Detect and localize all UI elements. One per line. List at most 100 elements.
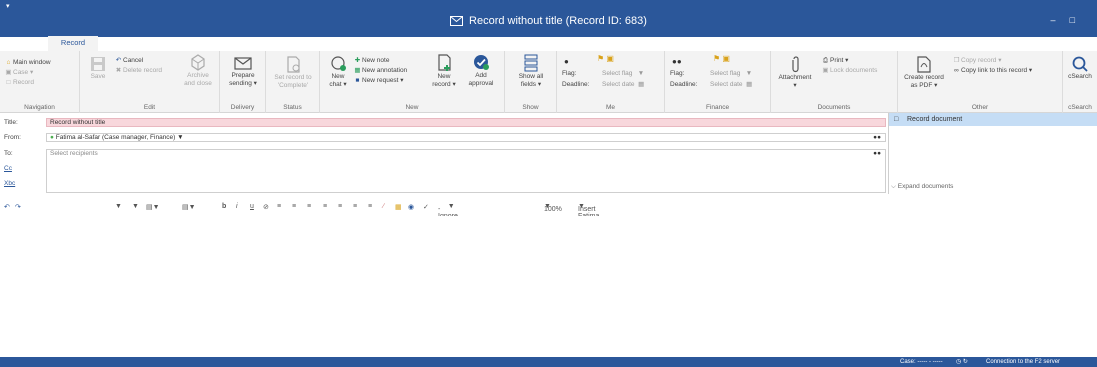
save-icon xyxy=(91,57,105,71)
bold-icon[interactable]: b xyxy=(222,203,226,210)
main-window-button[interactable]: ⌂ Main window xyxy=(4,58,51,67)
finance-flag-label: Flag: xyxy=(670,70,685,77)
group-show: Show all fields ▾ Show xyxy=(505,51,557,113)
group-me: ● ⚑ ▣ Flag: Select flag ▼ Deadline: Sele… xyxy=(557,51,665,113)
highlight-icon[interactable]: ▤▼ xyxy=(146,203,160,211)
group-csearch: cSearch cSearch xyxy=(1063,51,1097,113)
outdent-icon[interactable]: ≡ xyxy=(353,203,357,210)
redo-icon[interactable]: ↷ xyxy=(15,203,21,211)
save-button[interactable]: Save xyxy=(86,56,110,81)
language-dropdown[interactable]: - Ignore - ▼ xyxy=(438,203,458,227)
lock-documents-button[interactable]: ▣Lock documents xyxy=(821,66,877,75)
undo-icon[interactable]: ↶ xyxy=(4,203,10,211)
attachment-button[interactable]: Attachment ▾ xyxy=(775,56,815,90)
tab-advanced[interactable]: Advanced xyxy=(107,37,153,51)
insert-dropdown[interactable]: Insert Fatima al-Safar ▼ xyxy=(578,203,599,234)
recipients-field[interactable]: Select recipients ●● xyxy=(46,149,886,193)
font-size-dropdown[interactable]: ▼ xyxy=(132,203,139,210)
group-new: New chat ▾ ✚ New note ▦New annotation ■ New… xyxy=(320,51,505,113)
strikethrough-icon[interactable]: ⊘ xyxy=(263,203,269,211)
presence-dot-icon: ● xyxy=(50,134,54,141)
contacts-icon[interactable]: ●● xyxy=(873,134,881,142)
record-body-editor[interactable] xyxy=(0,216,1097,357)
record-nav-button[interactable]: □ Record xyxy=(4,78,34,87)
maximize-button[interactable]: □ xyxy=(1070,15,1089,25)
tab-participants[interactable]: Participants xyxy=(166,37,220,51)
me-flag-label: Flag: xyxy=(562,70,577,77)
window-controls: –□ xyxy=(1051,15,1089,25)
set-complete-button[interactable]: Set record to 'Complete' xyxy=(268,56,318,90)
ribbon-tabs: F2 Record Advanced Participants ● Fatima… xyxy=(0,36,1097,51)
cc-link[interactable]: Cc xyxy=(4,165,12,172)
italic-icon[interactable]: i xyxy=(236,203,238,210)
new-chat-button[interactable]: New chat ▾ xyxy=(324,56,352,89)
csearch-button[interactable]: cSearch xyxy=(1065,56,1095,81)
indent-icon[interactable]: ≡ xyxy=(368,203,372,210)
create-pdf-button[interactable]: Create record as PDF ▾ xyxy=(900,56,948,90)
title-field[interactable]: Record without title xyxy=(46,118,886,127)
chevron-down-icon: ⌵ xyxy=(891,183,896,190)
align-right-icon[interactable]: ≡ xyxy=(307,203,311,210)
me-deadline-select[interactable]: Select date ▦ xyxy=(602,80,644,89)
approval-icon xyxy=(473,55,489,70)
font-dropdown[interactable]: ▼ xyxy=(115,203,122,210)
font-color-icon[interactable]: ▤▼ xyxy=(182,203,196,211)
flag-icon: ⚑ ▣ xyxy=(597,54,614,63)
flag-icon: ⚑ ▣ xyxy=(713,54,730,63)
numbered-list-icon[interactable]: ≡ xyxy=(338,203,342,210)
send-envelope-icon xyxy=(234,57,252,70)
calendar-icon: ▦ xyxy=(638,81,645,88)
hyperlink-icon[interactable]: ◉ xyxy=(408,203,414,211)
case-button[interactable]: ▣Case ▾ xyxy=(4,68,33,77)
show-all-fields-button[interactable]: Show all fields ▾ xyxy=(509,54,553,89)
new-note-button[interactable]: ✚ New note xyxy=(353,56,390,65)
underline-icon[interactable]: u xyxy=(250,203,254,210)
minimize-button[interactable]: – xyxy=(1051,15,1070,25)
title-bar: ▾ Record without title (Record ID: 683) … xyxy=(0,0,1097,51)
prepare-sending-button[interactable]: Prepare sending ▾ xyxy=(222,56,264,88)
warning-icon[interactable]: △ xyxy=(1085,39,1093,48)
spellcheck-icon[interactable]: ✓ xyxy=(423,203,429,211)
me-flag-select[interactable]: Select flag ▼ xyxy=(602,69,644,78)
finance-flag-select[interactable]: Select flag ▼ xyxy=(710,69,752,78)
new-record-button[interactable]: New record ▾ xyxy=(428,54,460,89)
align-center-icon[interactable]: ≡ xyxy=(292,203,296,210)
user-link[interactable]: ● Fatima al-Safar (Finance) △ xyxy=(993,37,1093,51)
group-label: cSearch xyxy=(1068,104,1092,111)
expand-documents-button[interactable]: ⌵ Expand documents xyxy=(891,183,953,191)
new-annotation-button[interactable]: ▦New annotation xyxy=(353,66,407,75)
me-deadline-label: Deadline: xyxy=(562,81,590,88)
print-button[interactable]: ⎙ Print ▾ xyxy=(821,56,849,65)
table-icon[interactable]: ▦ xyxy=(395,203,402,211)
copy-record-button[interactable]: ❐ Copy record ▾ xyxy=(952,56,1002,65)
group-label: Finance xyxy=(705,104,730,111)
tab-record[interactable]: Record xyxy=(48,36,98,51)
bullet-list-icon[interactable]: ≡ xyxy=(323,203,327,210)
record-document-item[interactable]: □ Record document xyxy=(889,113,1097,126)
new-request-button[interactable]: ■ New request ▾ xyxy=(353,76,404,85)
delete-record-button[interactable]: ✖ Delete record xyxy=(114,66,162,75)
finance-deadline-select[interactable]: Select date ▦ xyxy=(710,80,752,89)
contacts-icon[interactable]: ●● xyxy=(873,150,881,158)
to-label: To: xyxy=(4,150,13,157)
new-document-icon xyxy=(437,54,451,71)
archive-close-button[interactable]: Archive and close xyxy=(180,54,216,88)
from-field[interactable]: ● Fatima al-Safar (Case manager, Finance… xyxy=(46,133,886,142)
add-approval-button[interactable]: Add approval xyxy=(464,54,498,88)
copy-link-button[interactable]: ∞ Copy link to this record ▾ xyxy=(952,66,1032,75)
bcc-link[interactable]: Xbc xyxy=(4,180,15,187)
clear-format-icon[interactable]: ∕ xyxy=(383,203,384,210)
lock-icon: ▣ xyxy=(822,67,829,74)
envelope-icon xyxy=(450,16,464,26)
tab-f2[interactable]: F2 xyxy=(10,37,30,51)
group-label: Delivery xyxy=(230,104,255,111)
cancel-button[interactable]: ↶ Cancel xyxy=(114,56,143,65)
window-title-area: Record without title (Record ID: 683) xyxy=(0,15,1097,27)
group-users-icon: ●● xyxy=(672,57,682,66)
pdf-icon xyxy=(917,56,931,73)
note-icon: ✚ xyxy=(354,57,361,64)
align-left-icon[interactable]: ≡ xyxy=(277,203,281,210)
system-menu-icon[interactable]: ▾ xyxy=(6,2,10,10)
refresh-icon[interactable]: ◷ ↻ xyxy=(956,357,968,367)
zoom-dropdown[interactable]: 100% ▼ xyxy=(544,203,562,213)
